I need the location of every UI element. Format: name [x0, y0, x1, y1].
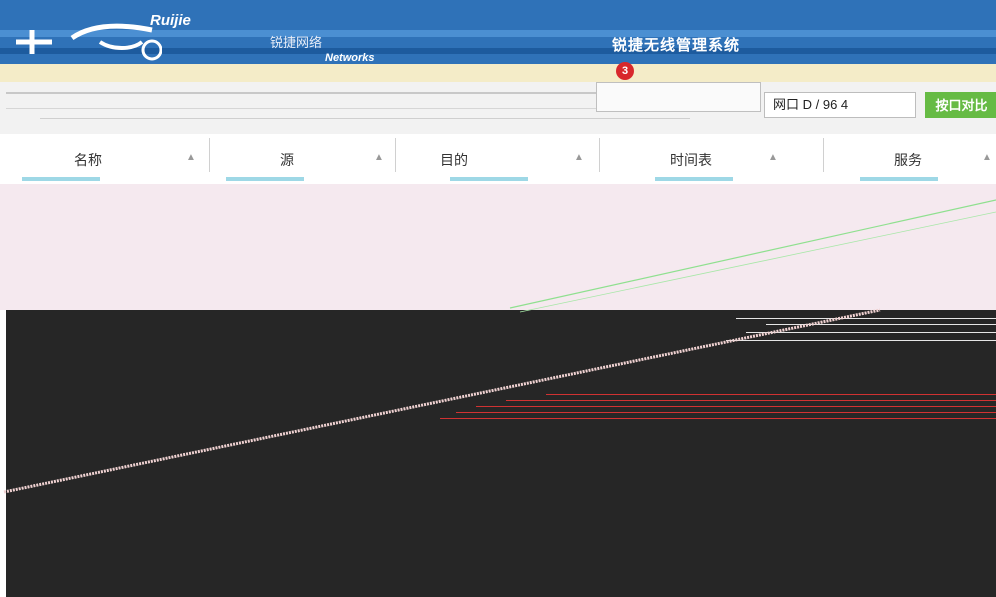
panel-rule: [766, 324, 996, 325]
brand-name: 锐捷网络: [270, 35, 323, 50]
panel-rule: [746, 332, 996, 333]
search-input[interactable]: [596, 82, 761, 112]
logo-script-text: Ruijie: [150, 12, 191, 29]
sort-icon[interactable]: ▲: [374, 152, 384, 163]
column-label: 时间表: [670, 152, 712, 168]
column-label: 目的: [440, 152, 468, 168]
column-resize-handle[interactable]: [860, 177, 938, 181]
notification-badge[interactable]: 3: [616, 62, 634, 80]
column-label: 服务: [894, 152, 922, 168]
compare-button[interactable]: 按口对比: [925, 92, 996, 118]
sort-icon[interactable]: ▲: [768, 152, 778, 163]
panel-red-rule: [506, 400, 996, 401]
table-header: 名称 ▲ 源 ▲ 目的 ▲ 时间表 ▲ 服务 ▲: [0, 134, 996, 186]
dark-overlay-panel: [6, 310, 996, 597]
column-header-source[interactable]: 源 ▲: [210, 134, 396, 184]
panel-red-rule: [476, 406, 996, 407]
toolbar: 网口 D / 96 4 按口对比: [0, 82, 996, 135]
toolbar-rule: [6, 92, 596, 94]
column-label: 源: [280, 152, 294, 168]
panel-rule: [726, 340, 996, 341]
sort-icon[interactable]: ▲: [574, 152, 584, 163]
brand-subtitle: Networks: [325, 52, 375, 64]
company-logo[interactable]: [12, 20, 267, 61]
notice-bar: [0, 64, 996, 83]
top-banner: Ruijie 锐捷网络 Networks 锐捷无线管理系统: [0, 0, 996, 64]
column-header-name[interactable]: 名称 ▲: [0, 134, 210, 184]
system-title: 锐捷无线管理系统: [612, 37, 741, 54]
panel-red-rule: [546, 394, 996, 395]
logo-swoosh-icon: [16, 23, 162, 61]
panel-rule: [736, 318, 996, 319]
column-resize-handle[interactable]: [655, 177, 733, 181]
column-header-destination[interactable]: 目的 ▲: [396, 134, 600, 184]
sort-icon[interactable]: ▲: [186, 152, 196, 163]
panel-red-rule: [440, 418, 996, 419]
column-resize-handle[interactable]: [22, 177, 100, 181]
device-select[interactable]: 网口 D / 96 4: [764, 92, 916, 118]
toolbar-rule: [40, 118, 690, 119]
panel-red-rule: [456, 412, 996, 413]
column-header-schedule[interactable]: 时间表 ▲: [600, 134, 824, 184]
column-header-service[interactable]: 服务 ▲: [824, 134, 996, 184]
sort-icon[interactable]: ▲: [982, 152, 992, 163]
column-label: 名称: [74, 152, 102, 168]
column-resize-handle[interactable]: [226, 177, 304, 181]
table-body: [0, 184, 996, 310]
column-resize-handle[interactable]: [450, 177, 528, 181]
